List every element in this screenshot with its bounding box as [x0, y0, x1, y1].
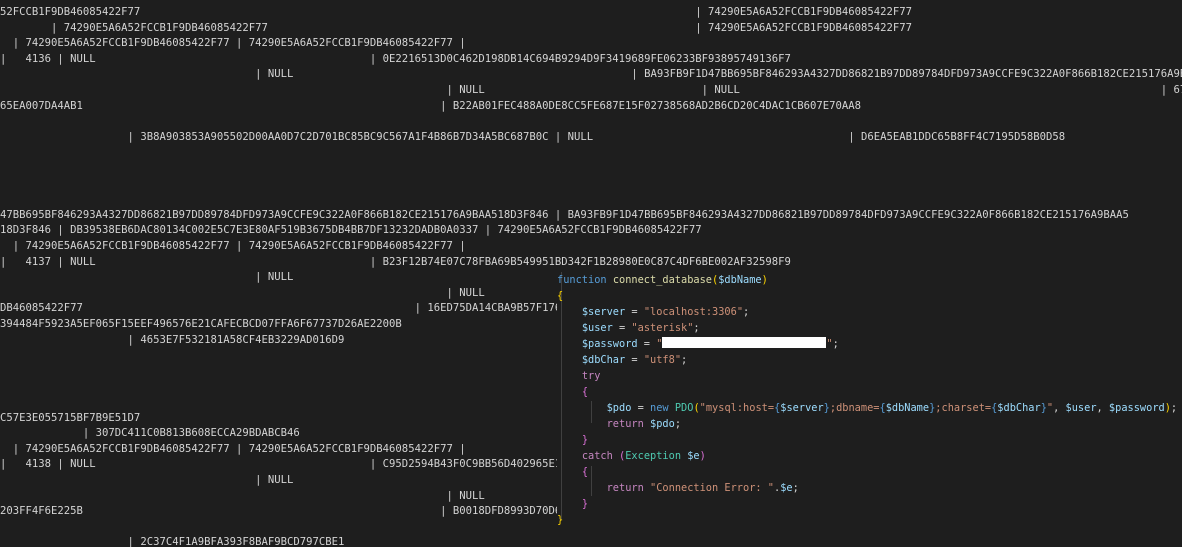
code-line-function: function connect_database($dbName) [557, 274, 768, 286]
dump-line: | NULL | NULL | 67BCF7F313F86CD6E08E987F… [446, 84, 1182, 96]
code-line-password: $password = " "; [581, 337, 839, 350]
dump-line: | BA93FB9F1D [0, 193, 1182, 206]
code-line-open-brace: { [557, 290, 564, 302]
dump-line: 65EA007DA4AB1 | B22AB01FEC488A0DE8CC5FE6… [0, 99, 862, 112]
code-line-return-pdo: return $pdo; [606, 418, 682, 430]
dump-line: 47BB695BF846293A4327DD86821B97DD89784DFD… [0, 208, 1129, 221]
dump-line: | 4136 | NULL | 0E2216513D0C462D198DB14C… [0, 52, 791, 65]
dump-line: 394484F5923A5EF065F15EEF496576E21CAFECBC… [0, 318, 402, 330]
redacted-password-block [662, 337, 827, 348]
code-line-catch-close: } [581, 498, 589, 510]
php-code-overlay: function connect_database($dbName) { $se… [557, 272, 1182, 547]
code-line-catch-open: { [581, 466, 589, 478]
dump-line: | 74290E5A6A52FCCB1F9DB46085422F77 | 742… [0, 240, 466, 252]
code-line-try-close: } [581, 434, 589, 446]
dump-line: | 4137 | NULL | B23F12B74E07C78FBA69B549… [0, 255, 791, 268]
dump-line: | NULL [0, 286, 485, 299]
dump-line: | 4138 | NULL | C95D2594B43F0C9BB56D4029… [0, 458, 626, 471]
dump-line: C57E3E055715BF7B9E51D7 [0, 411, 141, 424]
code-line-try: try [581, 370, 601, 382]
code-line-user: $user = "asterisk"; [581, 322, 700, 334]
dump-line: | 74290E5A6A52FCCB1F9DB46085422F77 | 742… [0, 37, 466, 50]
code-line-pdo: $pdo = new PDO("mysql:host={$server};dbn… [606, 402, 1178, 414]
dump-line: | 4653E7F532181A58CF4EB3229AD016D9 [0, 333, 345, 346]
dump-line: | NULL | BA93FB9F1D47BB695BF846293A4327D… [0, 68, 1182, 81]
dump-line: | 74290E5A6A52FCCB1F9DB46085422F77 | 742… [51, 21, 913, 34]
dump-line: 52FCCB1F9DB46085422F77 | 74290E5A6A52FCC… [0, 6, 913, 18]
dump-line: | 74290E5A6A52FCCB1F9DB46085422F77 | 742… [0, 442, 466, 455]
code-line-catch: catch (Exception $e) [581, 450, 706, 462]
dump-line: | 3B8A903853A905502D00AA0D7C2D701BC85BC9… [0, 130, 1066, 143]
dump-line: | 2C37C4F1A9BFA393F8BAF9BCD797CBE1 [0, 536, 345, 547]
dump-line: 18D3F846 | DB39538EB6DAC80134C002E5C7E3E… [0, 224, 702, 237]
code-line-return-error: return "Connection Error: ".$e; [606, 482, 799, 494]
code-line-try-open: { [581, 386, 589, 398]
code-line-close-brace: } [557, 514, 564, 526]
code-line-server: $server = "localhost:3306"; [581, 306, 750, 318]
dump-line: | NULL [0, 489, 485, 502]
code-line-dbchar: $dbChar = "utf8"; [581, 354, 688, 366]
